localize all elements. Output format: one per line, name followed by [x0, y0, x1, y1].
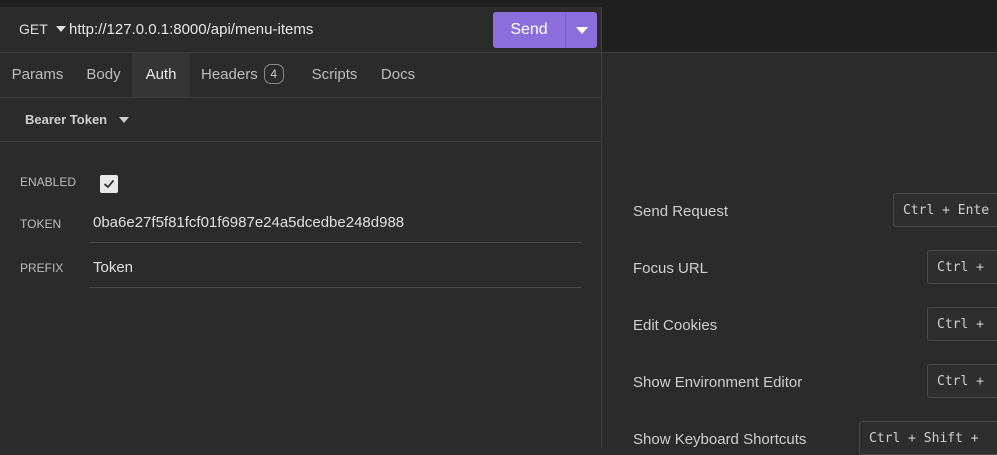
send-divider	[565, 12, 566, 48]
prefix-input[interactable]: Token	[90, 251, 581, 288]
send-options-chevron-icon[interactable]	[576, 27, 588, 34]
chevron-down-icon	[119, 117, 129, 123]
prefix-value: Token	[93, 259, 134, 276]
request-tabs: Params Body Auth Headers 4 Scripts Docs	[0, 53, 601, 98]
window-top-strip	[0, 0, 997, 7]
shortcut-keys: Ctrl + Ente	[893, 193, 997, 227]
tab-label: Docs	[380, 66, 416, 83]
shortcut-keys: Ctrl +	[927, 307, 997, 341]
request-pane: GET http://127.0.0.1:8000/api/menu-items…	[0, 7, 601, 448]
method-label: GET	[19, 21, 48, 37]
shortcut-label: Send Request	[633, 203, 729, 220]
enabled-label: ENABLED	[20, 175, 77, 189]
tab-scripts[interactable]: Scripts	[300, 53, 369, 97]
tab-auth[interactable]: Auth	[132, 53, 190, 97]
enabled-checkbox[interactable]	[100, 175, 118, 193]
tab-headers[interactable]: Headers 4	[201, 53, 284, 97]
tab-label: Scripts	[311, 66, 358, 83]
shortcut-keys: Ctrl +	[927, 250, 997, 284]
send-button[interactable]: Send	[493, 12, 565, 48]
token-value: 0ba6e27f5f81fcf01f6987e24a5dcedbe248d988	[93, 214, 405, 231]
token-label: TOKEN	[20, 217, 62, 231]
shortcut-label: Show Keyboard Shortcuts	[633, 431, 807, 448]
auth-type-label: Bearer Token	[25, 112, 108, 127]
shortcut-label: Focus URL	[633, 260, 709, 277]
headers-count-badge: 4	[263, 64, 284, 84]
send-button-group: Send	[493, 12, 597, 48]
tab-label: Headers	[201, 66, 258, 83]
url-input[interactable]: http://127.0.0.1:8000/api/menu-items	[69, 21, 313, 38]
auth-type-selector[interactable]: Bearer Token	[0, 98, 601, 142]
prefix-label: PREFIX	[20, 261, 64, 275]
response-pane: Send Request Ctrl + Ente Focus URL Ctrl …	[602, 7, 997, 455]
response-header-bar	[602, 7, 997, 53]
method-selector[interactable]: GET	[19, 21, 66, 37]
tab-label: Body	[86, 66, 121, 83]
shortcut-keys: Ctrl + Shift +	[859, 421, 997, 455]
shortcut-label: Show Environment Editor	[633, 374, 803, 391]
tab-label: Auth	[145, 66, 177, 83]
tab-params[interactable]: Params	[0, 53, 75, 97]
tab-docs[interactable]: Docs	[369, 53, 427, 97]
checkmark-icon	[104, 180, 114, 188]
chevron-down-icon	[55, 26, 66, 32]
token-input[interactable]: 0ba6e27f5f81fcf01f6987e24a5dcedbe248d988	[90, 206, 581, 243]
tab-body[interactable]: Body	[75, 53, 132, 97]
shortcut-label: Edit Cookies	[633, 317, 718, 334]
tab-label: Params	[11, 66, 64, 83]
url-bar: GET http://127.0.0.1:8000/api/menu-items…	[0, 7, 601, 53]
shortcut-keys: Ctrl +	[927, 364, 997, 398]
